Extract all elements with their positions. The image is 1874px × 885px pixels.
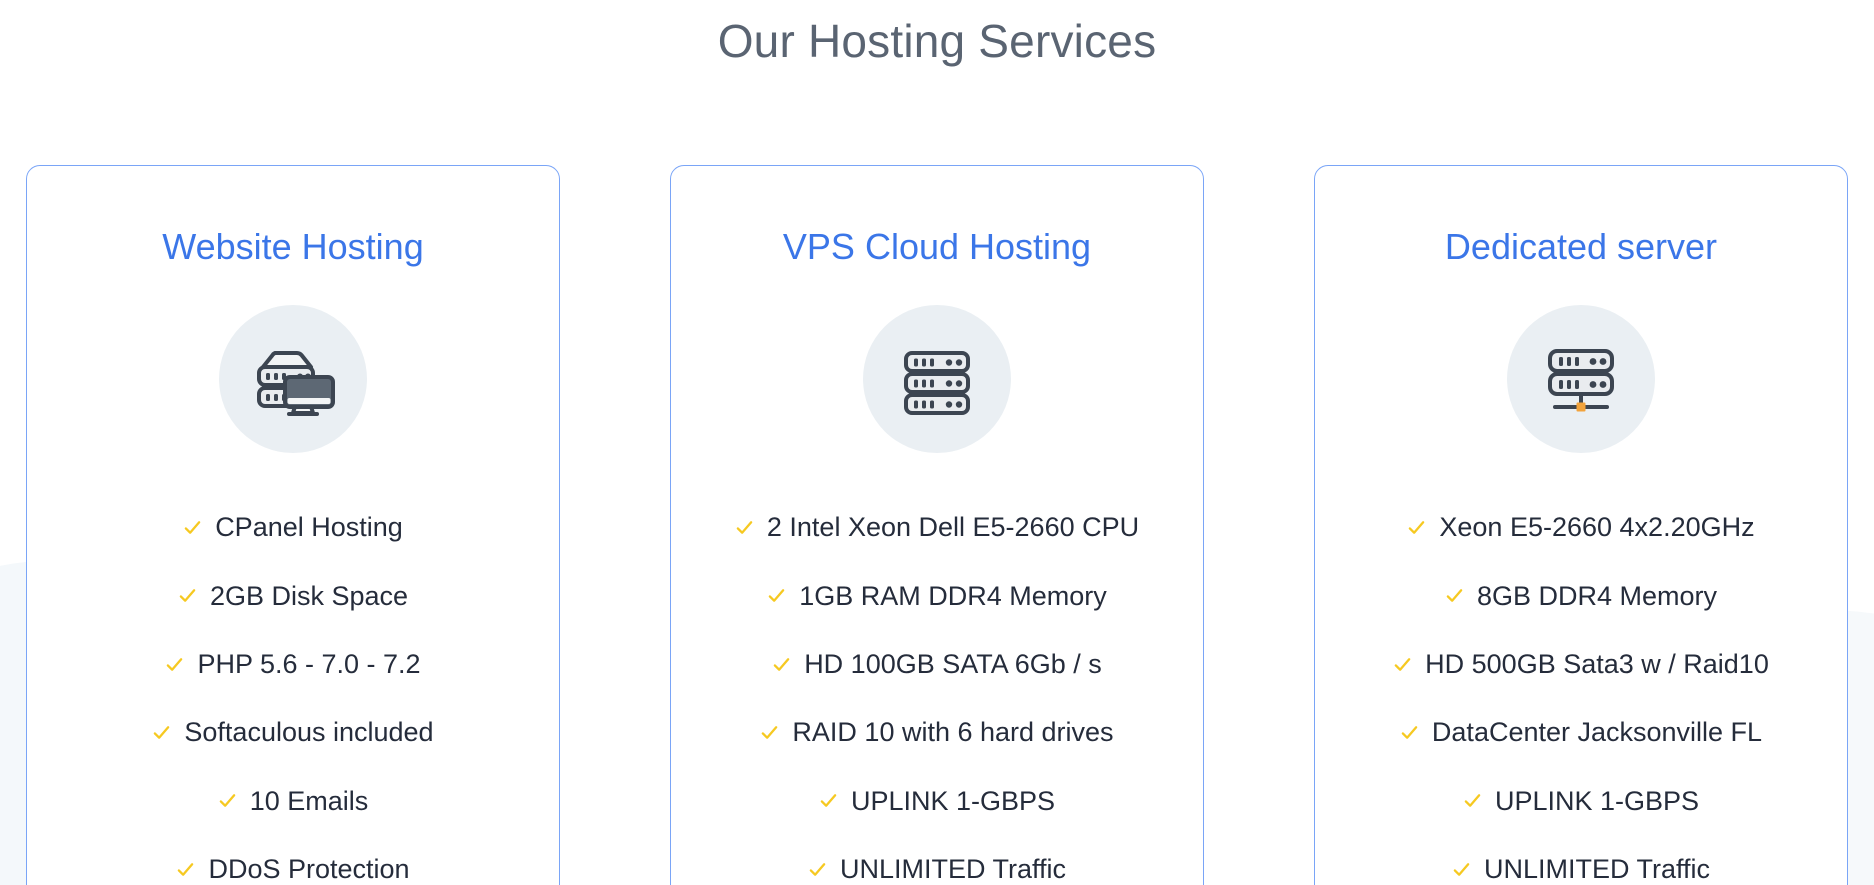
check-icon xyxy=(767,586,786,605)
feature-label: RAID 10 with 6 hard drives xyxy=(792,717,1114,748)
list-item: UNLIMITED Traffic xyxy=(808,853,1066,885)
feature-label: Xeon E5-2660 4x2.20GHz xyxy=(1439,512,1755,543)
check-icon xyxy=(218,791,237,810)
list-item: HD 500GB Sata3 w / Raid10 xyxy=(1393,648,1769,680)
check-icon xyxy=(772,655,791,674)
page-title: Our Hosting Services xyxy=(717,15,1157,67)
check-icon xyxy=(1400,723,1419,742)
list-item: 8GB DDR4 Memory xyxy=(1445,580,1717,612)
feature-label: DataCenter Jacksonville FL xyxy=(1431,717,1763,748)
feature-label: 2 Intel Xeon Dell E5-2660 CPU xyxy=(766,512,1140,543)
check-icon xyxy=(178,586,197,605)
pricing-card-website-hosting[interactable]: Website Hosting CPanel Hosting 2GB Disk … xyxy=(26,165,560,885)
list-item: DDoS Protection xyxy=(176,853,410,885)
card-title-dedicated-server: Dedicated server xyxy=(1444,226,1718,268)
check-icon xyxy=(819,791,838,810)
feature-label: 1GB RAM DDR4 Memory xyxy=(799,580,1107,611)
list-item: RAID 10 with 6 hard drives xyxy=(760,716,1114,748)
list-item: Xeon E5-2660 4x2.20GHz xyxy=(1407,511,1755,543)
card-title-vps-cloud-hosting: VPS Cloud Hosting xyxy=(782,226,1092,268)
list-item: 10 Emails xyxy=(218,785,369,817)
server-network-icon xyxy=(1507,305,1655,454)
pricing-card-dedicated-server[interactable]: Dedicated server Xeon E5-2660 4x2.20GHz … xyxy=(1314,165,1848,885)
feature-label: UNLIMITED Traffic xyxy=(839,854,1067,885)
list-item: UPLINK 1-GBPS xyxy=(819,785,1055,817)
feature-list-vps-cloud-hosting: 2 Intel Xeon Dell E5-2660 CPU 1GB RAM DD… xyxy=(689,511,1185,885)
list-item: Softaculous included xyxy=(152,716,434,748)
feature-label: DDoS Protection xyxy=(208,854,410,885)
feature-label: UPLINK 1-GBPS xyxy=(850,785,1056,816)
check-icon xyxy=(808,860,827,879)
feature-list-dedicated-server: Xeon E5-2660 4x2.20GHz 8GB DDR4 Memory H… xyxy=(1333,511,1829,885)
list-item: DataCenter Jacksonville FL xyxy=(1400,716,1762,748)
feature-label: 10 Emails xyxy=(249,785,369,816)
feature-label: HD 500GB Sata3 w / Raid10 xyxy=(1425,648,1769,679)
list-item: PHP 5.6 - 7.0 - 7.2 xyxy=(165,648,421,680)
feature-label: PHP 5.6 - 7.0 - 7.2 xyxy=(197,648,421,679)
check-icon xyxy=(1463,791,1482,810)
list-item: HD 100GB SATA 6Gb / s xyxy=(772,648,1102,680)
check-icon xyxy=(1407,518,1426,537)
feature-label: Softaculous included xyxy=(184,717,434,748)
feature-label: 2GB Disk Space xyxy=(209,580,409,611)
check-icon xyxy=(735,518,754,537)
check-icon xyxy=(152,723,171,742)
feature-label: CPanel Hosting xyxy=(215,512,403,543)
list-item: 2GB Disk Space xyxy=(178,580,408,612)
list-item: UNLIMITED Traffic xyxy=(1452,853,1710,885)
server-rack-icon xyxy=(863,305,1011,454)
feature-list-website-hosting: CPanel Hosting 2GB Disk Space PHP 5.6 - … xyxy=(45,511,541,885)
list-item: 2 Intel Xeon Dell E5-2660 CPU xyxy=(735,511,1139,543)
pricing-cards-row: Website Hosting CPanel Hosting 2GB Disk … xyxy=(0,165,1874,885)
feature-label: 8GB DDR4 Memory xyxy=(1476,580,1718,611)
feature-label: UPLINK 1-GBPS xyxy=(1494,785,1700,816)
list-item: CPanel Hosting xyxy=(183,511,403,543)
feature-label: UNLIMITED Traffic xyxy=(1483,854,1711,885)
check-icon xyxy=(1393,655,1412,674)
check-icon xyxy=(1452,860,1471,879)
list-item: 1GB RAM DDR4 Memory xyxy=(767,580,1107,612)
check-icon xyxy=(1445,586,1464,605)
card-title-website-hosting: Website Hosting xyxy=(162,226,424,268)
hosting-services-page: Our Hosting Services Website Hosting CPa… xyxy=(0,0,1874,885)
server-monitor-icon xyxy=(219,305,367,454)
check-icon xyxy=(760,723,779,742)
check-icon xyxy=(176,860,195,879)
list-item: UPLINK 1-GBPS xyxy=(1463,785,1699,817)
check-icon xyxy=(183,518,202,537)
pricing-card-vps-cloud-hosting[interactable]: VPS Cloud Hosting 2 Intel Xeon Dell E5-2… xyxy=(670,165,1204,885)
feature-label: HD 100GB SATA 6Gb / s xyxy=(804,648,1102,679)
check-icon xyxy=(165,655,184,674)
